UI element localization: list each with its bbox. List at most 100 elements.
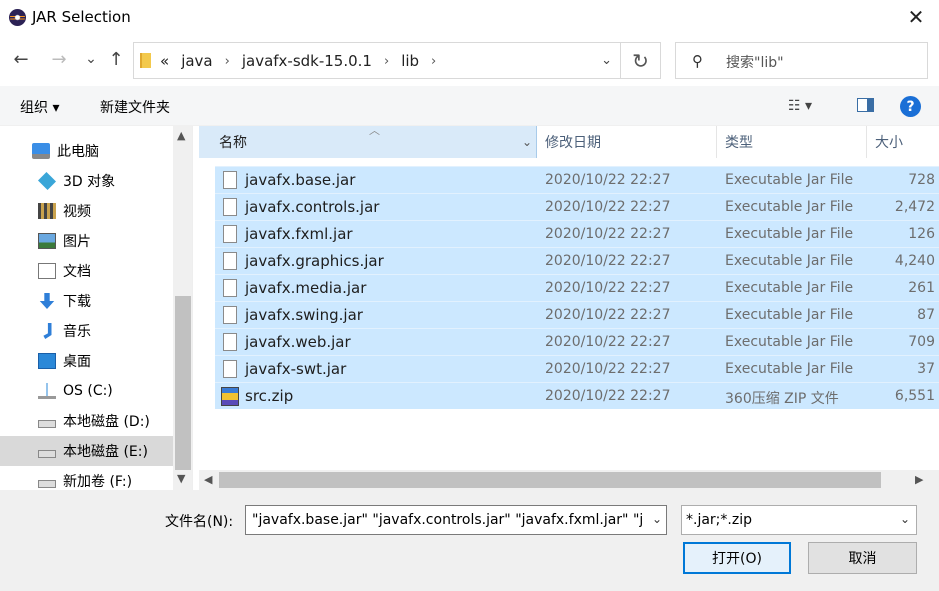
scrollbar-thumb[interactable] [175, 296, 191, 470]
breadcrumb-separator-icon[interactable]: › [384, 54, 389, 69]
file-type: Executable Jar File [725, 361, 854, 377]
sidebar-item[interactable]: 本地磁盘 (D:) [0, 406, 173, 436]
file-row[interactable]: src.zip 2020/10/22 22:27 360压缩 ZIP 文件 6,551 [215, 382, 939, 409]
back-button[interactable]: ← [10, 48, 32, 70]
file-name: javafx.graphics.jar [245, 252, 384, 270]
breadcrumb-item[interactable]: lib [401, 52, 419, 70]
forward-button[interactable]: → [48, 48, 70, 70]
music-icon [43, 323, 52, 339]
cube-icon [37, 171, 57, 191]
recent-locations-button[interactable]: ⌄ [80, 48, 102, 70]
sidebar-item[interactable]: 3D 对象 [0, 166, 173, 196]
folder-icon [140, 53, 151, 68]
sidebar-item-label: 图片 [63, 234, 91, 250]
eclipse-icon [9, 9, 26, 26]
navigation-bar: ← → ⌄ ↑ « java › javafx-sdk-15.0.1 › lib › ⌄ ↻… [0, 34, 939, 86]
breadcrumb-separator-icon[interactable]: › [431, 54, 436, 69]
file-name: javafx.media.jar [245, 279, 367, 297]
file-date: 2020/10/22 22:27 [545, 334, 671, 350]
file-row[interactable]: javafx.base.jar 2020/10/22 22:27 Executabl… [215, 166, 939, 193]
sidebar-item-label: 此电脑 [57, 144, 99, 160]
scroll-up-icon[interactable]: ▲ [177, 129, 185, 142]
sidebar-item[interactable]: 本地磁盘 (E:) [0, 436, 173, 466]
file-type: Executable Jar File [725, 226, 854, 242]
chevron-down-icon[interactable]: ⌄ [652, 512, 662, 526]
chevron-down-icon[interactable]: ⌄ [522, 135, 532, 149]
sidebar-item[interactable]: 文档 [0, 256, 173, 286]
sidebar-item-label: 3D 对象 [63, 174, 116, 190]
window-title: JAR Selection [32, 8, 131, 26]
file-row[interactable]: javafx.media.jar 2020/10/22 22:27 Executab… [215, 274, 939, 301]
preview-pane-icon[interactable] [857, 98, 874, 112]
file-row[interactable]: javafx.swing.jar 2020/10/22 22:27 Executab… [215, 301, 939, 328]
view-options-button[interactable]: ☷ ▾ [788, 98, 812, 114]
new-folder-button[interactable]: 新建文件夹 [100, 97, 170, 117]
sidebar-item[interactable]: OS (C:) [0, 376, 173, 406]
sidebar-item[interactable]: 下载 [0, 286, 173, 316]
sidebar-item-label: 本地磁盘 (E:) [63, 444, 148, 460]
breadcrumb-overflow[interactable]: « [160, 52, 169, 70]
column-label: 名称 [219, 135, 247, 151]
close-button[interactable]: ✕ [893, 0, 939, 34]
sidebar-item-label: 下载 [63, 294, 91, 310]
horizontal-scrollbar[interactable]: ◀ ▶ [199, 470, 939, 490]
breadcrumb-item[interactable]: java [181, 52, 212, 70]
sidebar-item[interactable]: 此电脑 [0, 136, 173, 166]
chevron-down-icon[interactable]: ⌄ [601, 53, 612, 68]
sidebar-item[interactable]: 视频 [0, 196, 173, 226]
scroll-right-icon[interactable]: ▶ [915, 473, 923, 486]
breadcrumb-separator-icon[interactable]: › [225, 54, 230, 69]
sidebar-item[interactable]: 桌面 [0, 346, 173, 376]
document-icon [38, 263, 56, 279]
picture-icon [38, 233, 56, 249]
title-bar: JAR Selection ✕ [0, 0, 939, 34]
file-type: Executable Jar File [725, 172, 854, 188]
search-input[interactable]: ⚲ 搜索"lib" [675, 42, 928, 79]
column-header-type[interactable]: 类型 [717, 126, 867, 158]
sidebar-scrollbar[interactable]: ▲ ▼ [173, 126, 192, 490]
scroll-down-icon[interactable]: ▼ [177, 472, 185, 485]
file-name: javafx-swt.jar [245, 360, 347, 378]
scroll-left-icon[interactable]: ◀ [204, 473, 212, 486]
chevron-down-icon[interactable]: ⌄ [900, 512, 910, 526]
sidebar-item[interactable]: 新加卷 (F:) [0, 466, 173, 490]
organize-button[interactable]: 组织 ▾ [20, 97, 59, 117]
file-row[interactable]: javafx.web.jar 2020/10/22 22:27 Executable… [215, 328, 939, 355]
column-header-name[interactable]: 名称 ︿ ⌄ [199, 124, 537, 158]
scrollbar-thumb[interactable] [219, 472, 881, 488]
sidebar-item[interactable]: 图片 [0, 226, 173, 256]
refresh-button[interactable]: ↻ [621, 42, 661, 79]
file-type: Executable Jar File [725, 280, 854, 296]
file-size: 728 [908, 172, 935, 188]
file-type: Executable Jar File [725, 307, 854, 323]
address-bar[interactable]: « java › javafx-sdk-15.0.1 › lib › ⌄ [133, 42, 621, 79]
column-header-size[interactable]: 大小 [867, 126, 939, 158]
filename-input[interactable]: "javafx.base.jar" "javafx.controls.jar" … [245, 505, 667, 535]
cancel-button[interactable]: 取消 [808, 542, 917, 574]
sort-ascending-icon: ︿ [369, 124, 380, 137]
up-button[interactable]: ↑ [105, 48, 127, 70]
column-header-date[interactable]: 修改日期 [537, 126, 717, 158]
filetype-select[interactable]: *.jar;*.zip ⌄ [681, 505, 917, 535]
file-row[interactable]: javafx.graphics.jar 2020/10/22 22:27 Execu… [215, 247, 939, 274]
file-size: 37 [917, 361, 935, 377]
file-date: 2020/10/22 22:27 [545, 172, 671, 188]
help-icon[interactable]: ? [900, 96, 921, 117]
breadcrumb-item[interactable]: javafx-sdk-15.0.1 [242, 52, 372, 70]
sidebar-item-label: 文档 [63, 264, 91, 280]
file-row[interactable]: javafx-swt.jar 2020/10/22 22:27 Executable… [215, 355, 939, 382]
filetype-value: *.jar;*.zip [686, 512, 752, 528]
file-type: Executable Jar File [725, 253, 854, 269]
sidebar-item[interactable]: 音乐 [0, 316, 173, 346]
file-row[interactable]: javafx.fxml.jar 2020/10/22 22:27 Executabl… [215, 220, 939, 247]
file-size: 4,240 [894, 253, 935, 269]
file-date: 2020/10/22 22:27 [545, 199, 671, 215]
filename-value[interactable]: "javafx.base.jar" "javafx.controls.jar" … [246, 512, 642, 528]
file-name: javafx.fxml.jar [245, 225, 353, 243]
file-size: 2,472 [894, 199, 935, 215]
sidebar-item-label: 视频 [63, 204, 91, 220]
file-icon [223, 198, 237, 216]
file-row[interactable]: javafx.controls.jar 2020/10/22 22:27 Execu… [215, 193, 939, 220]
windows-drive-icon [38, 383, 56, 399]
open-button[interactable]: 打开(O) [683, 542, 791, 574]
